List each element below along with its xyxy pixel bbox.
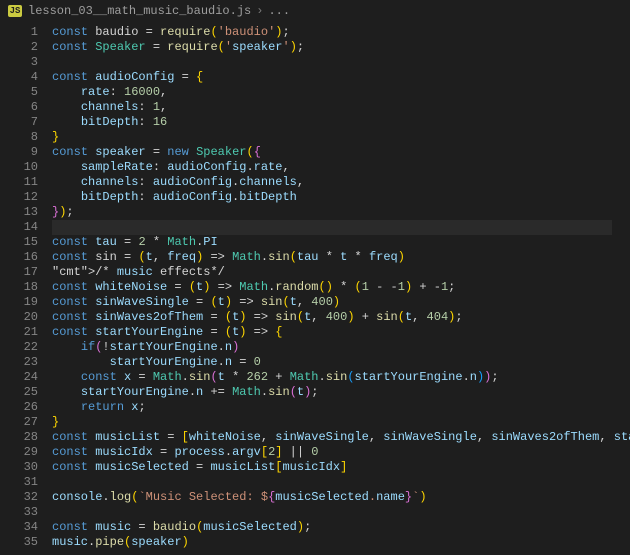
line-number: 2 bbox=[0, 40, 38, 55]
code-line[interactable]: const baudio = require('baudio'); bbox=[52, 25, 612, 40]
line-number: 13 bbox=[0, 205, 38, 220]
code-line[interactable]: bitDepth: audioConfig.bitDepth bbox=[52, 190, 612, 205]
code-line[interactable]: const Speaker = require('speaker'); bbox=[52, 40, 612, 55]
code-line[interactable] bbox=[52, 505, 612, 520]
filename-crumb[interactable]: lesson_03__math_music_baudio.js bbox=[28, 4, 251, 19]
code-line[interactable]: const whiteNoise = (t) => Math.random() … bbox=[52, 280, 612, 295]
line-number: 7 bbox=[0, 115, 38, 130]
code-line[interactable]: const musicSelected = musicList[musicIdx… bbox=[52, 460, 612, 475]
line-number: 24 bbox=[0, 370, 38, 385]
code-line[interactable]: } bbox=[52, 415, 612, 430]
line-number: 5 bbox=[0, 85, 38, 100]
code-line[interactable]: bitDepth: 16 bbox=[52, 115, 612, 130]
breadcrumb-tail: ... bbox=[268, 4, 290, 19]
line-number: 33 bbox=[0, 505, 38, 520]
line-number: 27 bbox=[0, 415, 38, 430]
code-line[interactable]: const musicIdx = process.argv[2] || 0 bbox=[52, 445, 612, 460]
code-line[interactable]: const sinWaveSingle = (t) => sin(t, 400) bbox=[52, 295, 612, 310]
line-number: 26 bbox=[0, 400, 38, 415]
code-line[interactable]: channels: 1, bbox=[52, 100, 612, 115]
js-file-icon: JS bbox=[8, 5, 22, 17]
code-line[interactable]: const tau = 2 * Math.PI bbox=[52, 235, 612, 250]
line-number: 3 bbox=[0, 55, 38, 70]
code-area[interactable]: const baudio = require('baudio');const S… bbox=[52, 25, 612, 550]
code-line[interactable]: const sinWaves2ofThem = (t) => sin(t, 40… bbox=[52, 310, 612, 325]
line-number: 15 bbox=[0, 235, 38, 250]
code-line[interactable]: const sin = (t, freq) => Math.sin(tau * … bbox=[52, 250, 612, 265]
line-number: 6 bbox=[0, 100, 38, 115]
line-number: 17 bbox=[0, 265, 38, 280]
line-number: 22 bbox=[0, 340, 38, 355]
line-number: 28 bbox=[0, 430, 38, 445]
code-line[interactable]: channels: audioConfig.channels, bbox=[52, 175, 612, 190]
line-number-gutter: 1234567891011121314151617181920212223242… bbox=[0, 25, 52, 550]
line-number: 14 bbox=[0, 220, 38, 235]
code-line[interactable]: } bbox=[52, 130, 612, 145]
code-line[interactable] bbox=[52, 55, 612, 70]
code-line[interactable]: const musicList = [whiteNoise, sinWaveSi… bbox=[52, 430, 612, 445]
code-line[interactable]: const startYourEngine = (t) => { bbox=[52, 325, 612, 340]
code-line[interactable]: rate: 16000, bbox=[52, 85, 612, 100]
line-number: 10 bbox=[0, 160, 38, 175]
line-number: 35 bbox=[0, 535, 38, 550]
chevron-right-icon: › bbox=[256, 4, 263, 19]
code-line[interactable]: const x = Math.sin(t * 262 + Math.sin(st… bbox=[52, 370, 612, 385]
line-number: 19 bbox=[0, 295, 38, 310]
line-number: 25 bbox=[0, 385, 38, 400]
code-line[interactable]: }); bbox=[52, 205, 612, 220]
code-line[interactable] bbox=[52, 475, 612, 490]
line-number: 16 bbox=[0, 250, 38, 265]
code-line[interactable]: console.log(`Music Selected: ${musicSele… bbox=[52, 490, 612, 505]
line-number: 21 bbox=[0, 325, 38, 340]
code-line[interactable]: music.pipe(speaker) bbox=[52, 535, 612, 550]
line-number: 34 bbox=[0, 520, 38, 535]
line-number: 12 bbox=[0, 190, 38, 205]
line-number: 9 bbox=[0, 145, 38, 160]
line-number: 23 bbox=[0, 355, 38, 370]
line-number: 32 bbox=[0, 490, 38, 505]
code-line[interactable]: const music = baudio(musicSelected); bbox=[52, 520, 612, 535]
line-number: 29 bbox=[0, 445, 38, 460]
line-number: 8 bbox=[0, 130, 38, 145]
code-editor[interactable]: 1234567891011121314151617181920212223242… bbox=[0, 23, 630, 550]
code-line[interactable]: const speaker = new Speaker({ bbox=[52, 145, 612, 160]
line-number: 11 bbox=[0, 175, 38, 190]
code-line[interactable]: return x; bbox=[52, 400, 612, 415]
line-number: 1 bbox=[0, 25, 38, 40]
line-number: 18 bbox=[0, 280, 38, 295]
breadcrumb: JS lesson_03__math_music_baudio.js › ... bbox=[0, 0, 630, 23]
code-line[interactable]: "cmt">/* music effects*/ bbox=[52, 265, 612, 280]
code-line[interactable] bbox=[52, 220, 612, 235]
code-line[interactable]: const audioConfig = { bbox=[52, 70, 612, 85]
line-number: 20 bbox=[0, 310, 38, 325]
code-line[interactable]: sampleRate: audioConfig.rate, bbox=[52, 160, 612, 175]
code-line[interactable]: startYourEngine.n += Math.sin(t); bbox=[52, 385, 612, 400]
code-line[interactable]: if(!startYourEngine.n) bbox=[52, 340, 612, 355]
code-line[interactable]: startYourEngine.n = 0 bbox=[52, 355, 612, 370]
line-number: 4 bbox=[0, 70, 38, 85]
line-number: 31 bbox=[0, 475, 38, 490]
line-number: 30 bbox=[0, 460, 38, 475]
